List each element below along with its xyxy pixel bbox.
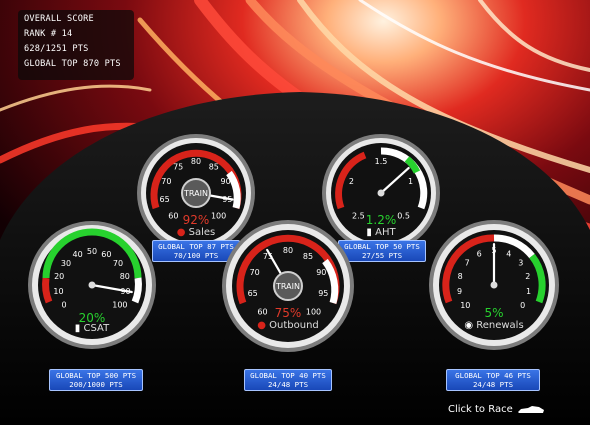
sales-tick-label: 75 [173,162,183,171]
aht-tick-label: 1.5 [375,157,388,166]
renewals-plaque: GLOBAL TOP 46 PTS 24/48 PTS [446,369,540,391]
sales-percent: 92% [182,213,210,227]
click-to-race-button[interactable]: Click to Race [448,404,545,415]
csat-tick-label: 10 [53,287,63,296]
aht-tick-label: 1 [408,177,413,186]
csat-tick-label: 80 [120,272,130,281]
renewals-tick-label: 9 [457,287,462,296]
renewals-tick-label: 6 [477,249,482,258]
rank-text: RANK # 14 [24,29,73,39]
csat-tick-label: 50 [87,247,97,256]
sales-tick-label: 65 [160,195,170,204]
csat-tick-label: 60 [101,250,111,259]
csat-tick-label: 40 [73,250,83,259]
renewals-gauge[interactable]: 109876543210 [428,219,560,351]
sales-train-label: TRAIN [183,189,208,198]
csat-tick-label: 100 [112,301,127,310]
outbound-percent: 75% [274,306,302,320]
outbound-tick-label: 90 [316,268,326,277]
csat-plaque: GLOBAL TOP 500 PTS 200/1000 PTS [49,369,143,391]
renewals-tick-label: 3 [518,259,523,268]
renewals-plaque-global: GLOBAL TOP 46 PTS [455,371,531,380]
renewals-tick-label: 7 [465,259,470,268]
renewals-tick-label: 2 [525,272,530,281]
outbound-tick-label: 95 [318,289,328,298]
car-icon: ● [176,227,186,238]
sales-tick-label: 90 [221,177,231,186]
outbound-train-label: TRAIN [275,282,300,291]
outbound-tick-label: 85 [303,252,313,261]
tire-icon: ◉ [464,320,474,331]
overall-score-title: OVERALL SCORE [24,14,94,24]
points-text: 628/1251 PTS [24,44,89,54]
sales-tick-label: 70 [161,177,171,186]
outbound-tick-label: 80 [283,246,293,255]
outbound-tick-label: 65 [248,289,258,298]
fuel-icon: ▮ [74,323,81,334]
sales-tick-label: 80 [191,157,201,166]
aht-percent: 1.2% [365,213,397,227]
global-top-text: GLOBAL TOP 870 PTS [24,59,121,69]
renewals-needle-pivot [490,281,498,289]
csat-tick-label: 70 [113,259,123,268]
csat-tick-label: 20 [54,272,64,281]
csat-plaque-global: GLOBAL TOP 500 PTS [55,371,137,380]
outbound-label: ● Outbound [257,320,319,331]
renewals-tick-label: 8 [458,272,463,281]
renewals-percent: 5% [484,306,504,320]
renewals-tick-label: 4 [506,249,511,258]
outbound-plaque-global: GLOBAL TOP 40 PTS [250,371,326,380]
csat-plaque-points: 200/1000 PTS [69,380,123,389]
csat-needle-pivot [88,281,96,289]
sales-tick-label: 85 [209,162,219,171]
battery-icon: ▮ [366,227,372,238]
car-icon: ● [257,320,266,331]
aht-needle-pivot [377,189,385,197]
renewals-plaque-points: 24/48 PTS [472,380,514,389]
race-car-icon [517,405,544,413]
outbound-gauge[interactable]: 60 65 70 75 80 85 90 95 100 TRAIN [221,219,355,353]
aht-tick-label: 2 [349,177,354,186]
outbound-tick-label: 70 [250,268,260,277]
click-to-race-label: Click to Race [448,404,513,415]
outbound-plaque: GLOBAL TOP 40 PTS 24/48 PTS [244,369,332,391]
csat-tick-label: 30 [61,259,71,268]
csat-tick-label: 0 [62,301,67,310]
outbound-plaque-points: 24/48 PTS [267,380,309,389]
renewals-tick-label: 1 [526,287,531,296]
dashboard: OVERALL SCORE RANK # 14 628/1251 PTS GLO… [0,0,590,425]
csat-label: ▮ CSAT [74,323,110,334]
overall-score-panel: OVERALL SCORE RANK # 14 628/1251 PTS GLO… [18,10,134,80]
renewals-label: ◉ Renewals [464,320,524,331]
